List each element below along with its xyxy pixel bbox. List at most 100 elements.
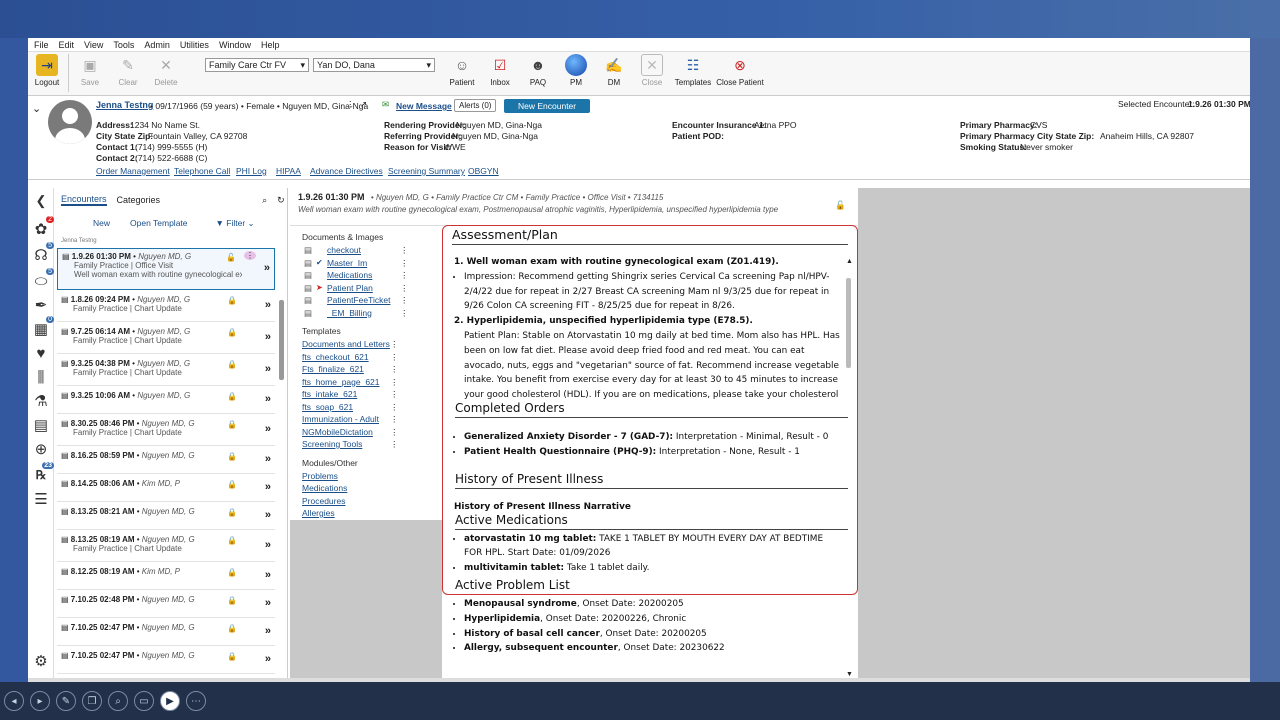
flask-icon[interactable]: ⚗	[32, 392, 50, 410]
more-options-icon[interactable]: ⋮	[400, 270, 409, 281]
chevron-right-icon[interactable]: »	[265, 597, 271, 609]
note-scrollbar[interactable]: ▲ ▼	[846, 258, 853, 678]
chevron-right-icon[interactable]: »	[265, 539, 271, 551]
new-encounter-button[interactable]: New Encounter	[504, 99, 591, 113]
nav-link-immunization-adult[interactable]: Immunization - Adult	[302, 414, 440, 427]
delete-button[interactable]: ✕ Delete	[147, 54, 185, 88]
more-options-icon[interactable]: ⋮	[390, 439, 399, 450]
encounter-list-item[interactable]: ▤ 7.10.25 02:47 PM • Nguyen MD, G 🔒»	[57, 648, 275, 674]
note-scroll-thumb[interactable]	[846, 278, 851, 368]
close-patient-button[interactable]: ⊗ Close Patient	[715, 54, 765, 88]
calendar-icon[interactable]: ▦ 0	[32, 316, 54, 338]
nav-link-patientfeeticket[interactable]: PatientFeeTicket	[327, 295, 440, 308]
collapse-panel-icon[interactable]: ❮	[32, 192, 50, 210]
nav-link-patient-plan[interactable]: Patient Plan	[327, 283, 440, 296]
alerts-button[interactable]: Alerts (0)	[454, 99, 497, 112]
pm-button[interactable]: PM	[557, 54, 595, 87]
menu-help[interactable]: Help	[261, 40, 280, 50]
nav-link-procedures[interactable]: Procedures	[302, 496, 440, 509]
chevron-right-icon[interactable]: »	[265, 453, 271, 465]
menu-window[interactable]: Window	[219, 40, 251, 50]
encounter-list-item[interactable]: ▤ 9.3.25 04:38 PM • Nguyen MD, G Family P…	[57, 356, 275, 386]
calendar-check-icon[interactable]: ▤	[32, 416, 50, 434]
nav-link-fts-finalize-621[interactable]: Fts_finalize_621	[302, 364, 440, 377]
encounter-list-item[interactable]: ▤ 8.12.25 08:19 AM • Kim MD, P 🔒»	[57, 564, 275, 590]
patient-button[interactable]: ☺ Patient	[443, 54, 481, 87]
menu-edit[interactable]: Edit	[59, 40, 75, 50]
chevron-right-icon[interactable]: »	[265, 299, 271, 311]
refresh-icon[interactable]: ↻	[277, 195, 285, 206]
globe-icon[interactable]: ⊕	[32, 440, 50, 458]
more-options-icon[interactable]: ⋮	[390, 364, 399, 375]
nav-link-ngmobiledictation[interactable]: NGMobileDictation	[302, 427, 440, 440]
pen-icon[interactable]: ✎	[56, 691, 76, 711]
chevron-right-icon[interactable]: »	[264, 262, 270, 274]
more-options-icon[interactable]: ⋮	[390, 402, 399, 413]
obgyn-link[interactable]: OBGYN	[468, 166, 499, 176]
captions-icon[interactable]: ▭	[134, 691, 154, 711]
nav-link-fts-soap-621[interactable]: fts_soap_621	[302, 402, 440, 415]
dm-button[interactable]: ✍ DM	[595, 54, 633, 88]
more-options-icon[interactable]: ⋮	[390, 389, 399, 400]
more-options-icon[interactable]: ⋮	[390, 377, 399, 388]
screening-summary-link[interactable]: Screening Summary	[388, 166, 465, 176]
encounter-list-item[interactable]: ▤ 8.30.25 08:46 PM • Nguyen MD, G Family …	[57, 416, 275, 446]
telephone-call-link[interactable]: Telephone Call	[174, 166, 230, 176]
logout-button[interactable]: ⇥ Logout	[28, 54, 66, 87]
encounter-list-item[interactable]: ▤ 7.10.25 02:48 PM • Nguyen MD, G 🔒»	[57, 592, 275, 618]
more-options-icon[interactable]: ⋮	[346, 99, 355, 110]
order-management-link[interactable]: Order Management	[96, 166, 170, 176]
tab-encounters[interactable]: Encounters	[61, 194, 107, 206]
external-link-icon[interactable]: ↗	[360, 99, 367, 110]
chevron-right-icon[interactable]: »	[265, 331, 271, 343]
clear-button[interactable]: ✎ Clear	[109, 54, 147, 88]
nav-link-medications[interactable]: Medications	[302, 483, 440, 496]
pills-icon[interactable]: ✿ 2	[32, 216, 54, 238]
document-list-icon[interactable]: ☰	[32, 490, 50, 508]
collapse-chevron-icon[interactable]: ⌄	[32, 102, 41, 115]
chevron-right-icon[interactable]: »	[265, 625, 271, 637]
encounter-list-item[interactable]: ▤ 1.9.26 01:30 PM • Nguyen MD, G Family P…	[57, 248, 275, 290]
patient-name-link[interactable]: Jenna Testng	[96, 100, 153, 110]
paq-button[interactable]: ☻ PAQ	[519, 54, 557, 87]
encounter-list-item[interactable]: ▤ 9.3.25 10:06 AM • Nguyen MD, G 🔒»	[57, 388, 275, 414]
copy-icon[interactable]: ❐	[82, 691, 102, 711]
nav-link-screening-tools[interactable]: Screening Tools	[302, 439, 440, 452]
scroll-up-icon[interactable]: ▲	[846, 258, 853, 265]
nav-link-allergies[interactable]: Allergies	[302, 508, 440, 521]
encounter-list-item[interactable]: ▤ 8.13.25 08:21 AM • Nguyen MD, G 🔒»	[57, 504, 275, 530]
settings-icon[interactable]: ⚙	[32, 652, 50, 670]
chevron-right-icon[interactable]: »	[265, 393, 271, 405]
encounter-list-item[interactable]: ▤ 8.13.25 08:19 AM • Nguyen MD, G Family …	[57, 532, 275, 562]
rewind-icon[interactable]: ◂	[4, 691, 24, 711]
phi-log-link[interactable]: PHI Log	[236, 166, 267, 176]
nav-link-fts-intake-621[interactable]: fts_intake_621	[302, 389, 440, 402]
encounter-list-item[interactable]: ▤ 7.10.25 02:47 PM • Nguyen MD, G 🔒»	[57, 620, 275, 646]
filter-button[interactable]: ▼ Filter ⌄	[216, 218, 255, 229]
nav-link-master-im[interactable]: Master_Im	[327, 258, 440, 271]
menu-view[interactable]: View	[84, 40, 103, 50]
more-options-icon[interactable]: ⋮	[400, 295, 409, 306]
more-options-icon[interactable]: ⋮	[390, 339, 399, 350]
open-template-link[interactable]: Open Template	[130, 218, 188, 228]
more-options-icon[interactable]: ⋮	[400, 258, 409, 269]
rx-icon[interactable]: ℞ 23	[32, 462, 54, 484]
scroll-down-icon[interactable]: ▼	[846, 671, 853, 678]
more-icon[interactable]: ⋯	[186, 691, 206, 711]
stethoscope-icon[interactable]: ☊ 5	[32, 242, 54, 264]
nav-link-problems[interactable]: Problems	[302, 471, 440, 484]
nav-link-medications[interactable]: Medications	[327, 270, 440, 283]
more-options-icon[interactable]: ⋮	[390, 414, 399, 425]
chevron-right-icon[interactable]: »	[265, 423, 271, 435]
chevron-right-icon[interactable]: »	[265, 481, 271, 493]
play-icon[interactable]: ▸	[30, 691, 50, 711]
more-options-icon[interactable]: ⋮	[400, 245, 409, 256]
encounter-list-item[interactable]: ▤ 8.14.25 08:06 AM • Kim MD, P 🔒»	[57, 476, 275, 502]
search-icon[interactable]: ⌕	[262, 195, 267, 206]
new-message-link[interactable]: New Message	[396, 101, 452, 111]
menu-utilities[interactable]: Utilities	[180, 40, 209, 50]
new-encounter-link[interactable]: New	[93, 218, 110, 228]
more-options-icon[interactable]: ⋮	[390, 352, 399, 363]
more-options-icon[interactable]: ⋮	[390, 427, 399, 438]
more-options-icon[interactable]: ⋮	[244, 251, 256, 260]
